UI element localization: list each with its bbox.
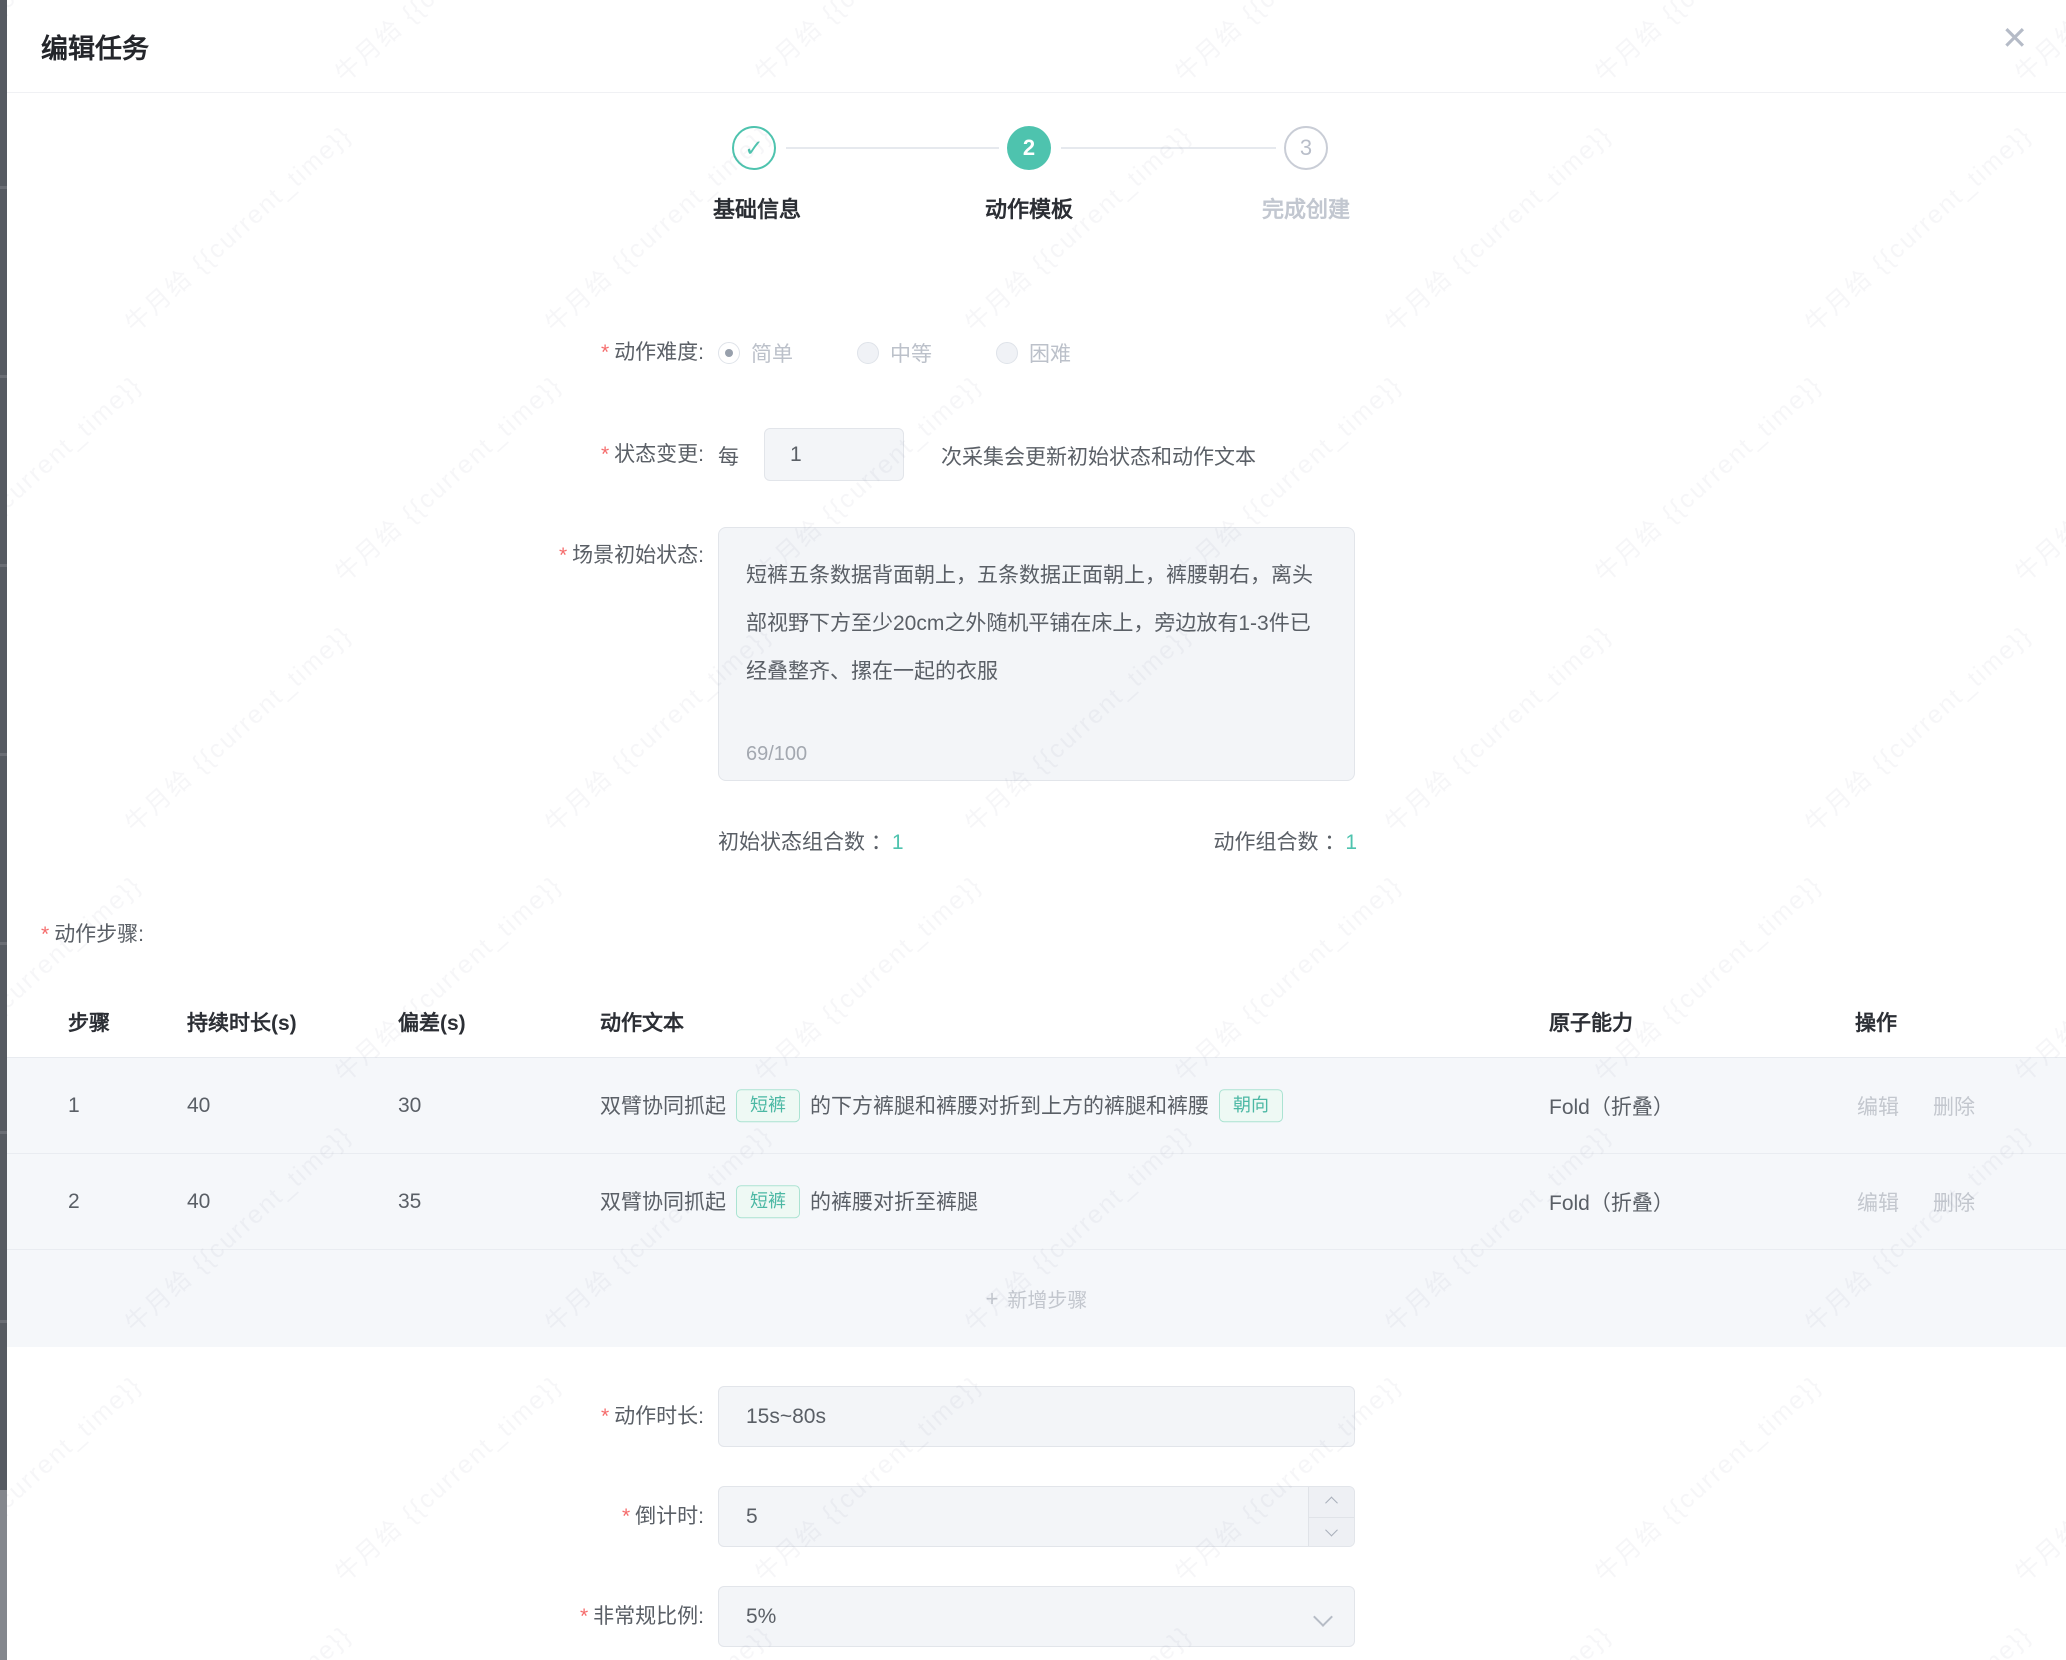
required-mark: * xyxy=(601,443,609,466)
check-icon: ✓ xyxy=(744,135,763,162)
scene-state-textarea[interactable]: 短裤五条数据背面朝上，五条数据正面朝上，裤腰朝右，离头部视野下方至少20cm之外… xyxy=(718,527,1355,781)
state-change-prefix: 每 xyxy=(718,441,739,471)
radio-circle-icon xyxy=(718,342,740,364)
radio-option-medium[interactable]: 中等 xyxy=(857,338,932,368)
action-combo-value: 1 xyxy=(1345,831,1357,854)
step-3-label: 完成创建 xyxy=(1196,192,1416,224)
step-connector-1 xyxy=(786,147,999,149)
scene-state-value: 短裤五条数据背面朝上，五条数据正面朝上，裤腰朝右，离头部视野下方至少20cm之外… xyxy=(719,528,1354,696)
deviation-cell: 30 xyxy=(398,1094,421,1118)
plus-icon: + xyxy=(986,1286,999,1312)
step-1-label: 基础信息 xyxy=(647,192,867,224)
duration-cell: 40 xyxy=(187,1094,210,1118)
col-step: 步骤 xyxy=(68,1007,110,1037)
dialog-header: 编辑任务 ✕ xyxy=(7,0,2066,93)
background-sidebar-sliver xyxy=(0,0,7,1660)
radio-label: 中等 xyxy=(890,338,932,368)
countdown-label: *倒计时: xyxy=(622,1504,704,1530)
chevron-up-icon xyxy=(1325,1497,1338,1510)
step-1-circle: ✓ xyxy=(732,126,776,170)
required-mark: * xyxy=(601,1405,609,1428)
difficulty-label: *动作难度: xyxy=(601,340,704,366)
step-3-number: 3 xyxy=(1300,135,1312,161)
unusual-ratio-value: 5% xyxy=(719,1587,1354,1646)
add-step-label: 新增步骤 xyxy=(1007,1284,1087,1313)
ability-cell: Fold（折叠） xyxy=(1549,1187,1674,1217)
spinner-down-button[interactable] xyxy=(1309,1517,1354,1547)
step-connector-2 xyxy=(1061,147,1276,149)
countdown-value: 5 xyxy=(719,1487,1354,1546)
difficulty-radio-group: 简单 中等 困难 xyxy=(718,338,1135,368)
action-text-cell: 双臂协同抓起 短裤 的裤腰对折至裤腿 xyxy=(600,1185,978,1219)
delete-link[interactable]: 删除 xyxy=(1933,1091,1975,1121)
chevron-down-icon xyxy=(1325,1523,1338,1536)
state-change-label: *状态变更: xyxy=(601,442,704,468)
dialog-title: 编辑任务 xyxy=(41,27,149,66)
step-2-circle: 2 xyxy=(1007,126,1051,170)
required-mark: * xyxy=(601,341,609,364)
edit-link[interactable]: 编辑 xyxy=(1857,1187,1899,1217)
edit-link[interactable]: 编辑 xyxy=(1857,1091,1899,1121)
table-row: 1 40 30 双臂协同抓起 短裤 的下方裤腿和裤腰对折到上方的裤腿和裤腰 朝向… xyxy=(7,1058,2066,1154)
col-ability: 原子能力 xyxy=(1549,1007,1633,1037)
radio-option-easy[interactable]: 简单 xyxy=(718,338,793,368)
col-actions: 操作 xyxy=(1855,1007,1897,1037)
delete-link[interactable]: 删除 xyxy=(1933,1187,1975,1217)
steps-table-header: 步骤 持续时长(s) 偏差(s) 动作文本 原子能力 操作 xyxy=(7,985,2066,1058)
orientation-tag: 朝向 xyxy=(1219,1089,1283,1123)
action-duration-label: *动作时长: xyxy=(601,1404,704,1430)
step-2-number: 2 xyxy=(1023,135,1035,161)
required-mark: * xyxy=(41,923,49,946)
state-change-suffix: 次采集会更新初始状态和动作文本 xyxy=(941,441,1256,471)
radio-circle-icon xyxy=(996,342,1018,364)
initial-state-combo-count: 初始状态组合数 ：1 xyxy=(718,826,904,856)
step-cell: 2 xyxy=(68,1190,80,1214)
action-combo-count: 动作组合数 ：1 xyxy=(1213,826,1357,856)
spinner-up-button[interactable] xyxy=(1309,1487,1354,1518)
step-3-circle: 3 xyxy=(1284,126,1328,170)
edit-task-dialog: 牛月给 {{current_time}}牛月给 {{current_time}}… xyxy=(0,0,2066,1660)
countdown-input[interactable]: 5 xyxy=(718,1486,1355,1547)
action-steps-section-label: *动作步骤: xyxy=(41,918,144,948)
scene-state-label: *场景初始状态: xyxy=(559,543,704,569)
action-text-cell: 双臂协同抓起 短裤 的下方裤腿和裤腰对折到上方的裤腿和裤腰 朝向 xyxy=(600,1089,1283,1123)
radio-circle-icon xyxy=(857,342,879,364)
required-mark: * xyxy=(622,1505,630,1528)
required-mark: * xyxy=(559,544,567,567)
add-step-button[interactable]: + 新增步骤 xyxy=(7,1250,2066,1347)
radio-label: 简单 xyxy=(751,338,793,368)
action-duration-value: 15s~80s xyxy=(719,1387,1354,1446)
state-change-value: 1 xyxy=(765,429,903,480)
initial-combo-value: 1 xyxy=(892,831,904,854)
shorts-tag: 短裤 xyxy=(736,1089,800,1123)
radio-option-hard[interactable]: 困难 xyxy=(996,338,1071,368)
col-deviation: 偏差(s) xyxy=(398,1007,466,1037)
unusual-ratio-label: *非常规比例: xyxy=(580,1604,704,1630)
col-action-text: 动作文本 xyxy=(600,1007,684,1037)
required-mark: * xyxy=(580,1605,588,1628)
ability-cell: Fold（折叠） xyxy=(1549,1091,1674,1121)
number-spinner xyxy=(1308,1487,1354,1546)
col-duration: 持续时长(s) xyxy=(187,1007,297,1037)
duration-cell: 40 xyxy=(187,1190,210,1214)
char-counter: 69/100 xyxy=(746,743,807,766)
close-icon[interactable]: ✕ xyxy=(2001,22,2028,54)
deviation-cell: 35 xyxy=(398,1190,421,1214)
shorts-tag: 短裤 xyxy=(736,1185,800,1219)
table-row: 2 40 35 双臂协同抓起 短裤 的裤腰对折至裤腿 Fold（折叠） 编辑 删… xyxy=(7,1154,2066,1250)
unusual-ratio-select[interactable]: 5% xyxy=(718,1586,1355,1647)
action-duration-input[interactable]: 15s~80s xyxy=(718,1386,1355,1447)
step-cell: 1 xyxy=(68,1094,80,1118)
radio-label: 困难 xyxy=(1029,338,1071,368)
background-sidebar-sliver-bottom xyxy=(0,1490,7,1660)
state-change-input[interactable]: 1 xyxy=(764,428,904,481)
step-2-label: 动作模板 xyxy=(919,192,1139,224)
